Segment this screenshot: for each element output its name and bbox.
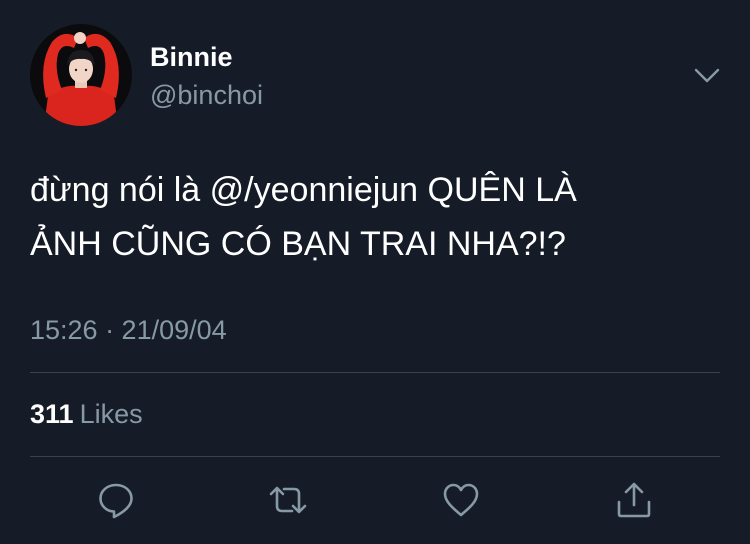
display-name[interactable]: Binnie bbox=[150, 41, 233, 73]
retweet-icon[interactable] bbox=[268, 480, 308, 520]
divider bbox=[30, 456, 720, 457]
likes-stat[interactable]: 311 Likes bbox=[30, 398, 143, 430]
reply-icon[interactable] bbox=[96, 480, 136, 520]
avatar[interactable] bbox=[30, 24, 132, 126]
divider bbox=[30, 372, 720, 373]
share-icon[interactable] bbox=[614, 480, 654, 520]
tweet-text-line: đừng nói là @/yeonniejun QUÊN LÀ bbox=[30, 171, 577, 209]
user-handle[interactable]: @binchoi bbox=[150, 79, 263, 111]
tweet-card: Binnie @binchoi đừng nói là @/yeonniejun… bbox=[0, 0, 750, 544]
tweet-text-line: ẢNH CŨNG CÓ BẠN TRAI NHA?!? bbox=[30, 225, 566, 263]
tweet-timestamp[interactable]: 15:26 · 21/09/04 bbox=[30, 314, 227, 346]
chevron-down-icon[interactable] bbox=[693, 63, 721, 87]
heart-icon[interactable] bbox=[441, 480, 481, 520]
avatar-image bbox=[30, 24, 132, 126]
tweet-text: đừng nói là @/yeonniejun QUÊN LÀ ẢNH CŨN… bbox=[30, 163, 720, 271]
likes-label: Likes bbox=[79, 399, 143, 429]
likes-count: 311 bbox=[30, 399, 74, 429]
